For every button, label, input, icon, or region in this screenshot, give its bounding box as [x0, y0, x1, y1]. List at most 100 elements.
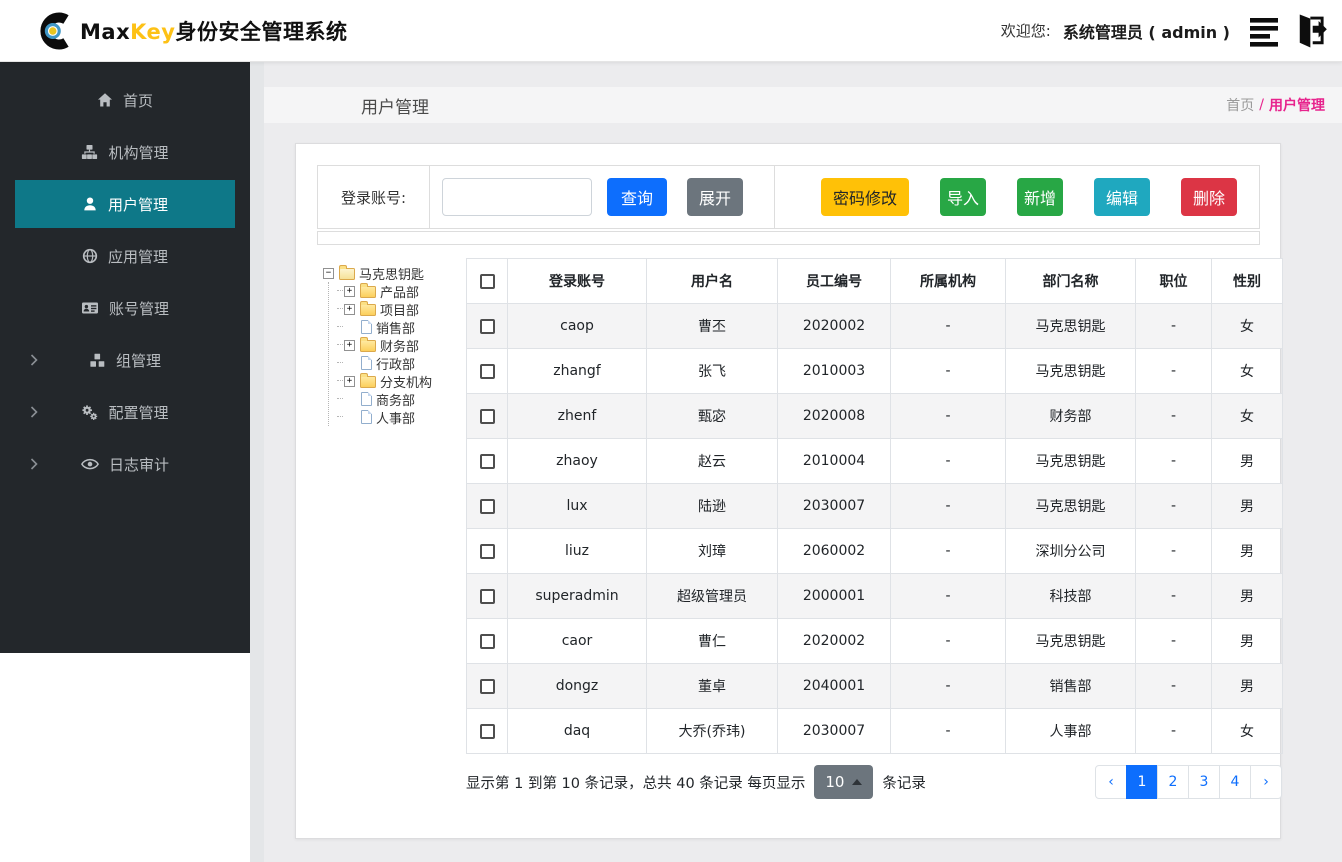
- tree-expand-icon[interactable]: +: [344, 375, 355, 387]
- row-checkbox[interactable]: [479, 633, 495, 649]
- tree-node[interactable]: + 项目部: [337, 300, 466, 319]
- tree-collapse-icon[interactable]: −: [323, 267, 334, 279]
- tree-node[interactable]: + 财务部: [337, 336, 466, 355]
- edit-button[interactable]: 编辑: [1094, 178, 1150, 216]
- page-size-value: 10: [825, 773, 845, 791]
- page-button-3[interactable]: 3: [1188, 765, 1220, 799]
- file-icon: [361, 356, 372, 370]
- brand-title: MaxKey身份安全管理系统: [80, 19, 348, 44]
- row-checkbox[interactable]: [479, 588, 495, 604]
- row-checkbox[interactable]: [479, 723, 495, 739]
- tree-node[interactable]: + 分支机构: [337, 372, 466, 391]
- table-row[interactable]: caor 曹仁 2020002- 马克思钥匙 - 男: [466, 618, 1283, 664]
- tree-expand-icon[interactable]: +: [344, 303, 355, 315]
- column-header: 所属机构: [890, 258, 1006, 304]
- page-size-dropdown[interactable]: 10: [814, 765, 874, 799]
- select-all-cell: [466, 258, 508, 304]
- tree-node[interactable]: 行政部: [337, 354, 466, 373]
- sidebar-item-label: 日志审计: [108, 455, 169, 474]
- toolbar-divider: [429, 166, 430, 228]
- user-icon: [82, 196, 98, 212]
- password-modify-button[interactable]: 密码修改: [821, 178, 909, 216]
- content-card: 登录账号: 查询 展开 密码修改 导入 新增 编辑 删除 − 马克思钥匙 + 产…: [295, 143, 1283, 839]
- toolbar-divider: [774, 166, 775, 228]
- import-button[interactable]: 导入: [940, 178, 986, 216]
- row-checkbox[interactable]: [479, 318, 495, 334]
- row-checkbox[interactable]: [479, 408, 495, 424]
- list-menu-icon[interactable]: [1248, 13, 1284, 49]
- sidebar-item-label: 配置管理: [108, 403, 169, 422]
- org-tree: − 马克思钥匙 + 产品部 + 项目部 销售部 + 财务部 行政部 + 分支机构…: [323, 264, 466, 427]
- current-user-label: 系统管理员 ( admin ): [1062, 22, 1230, 42]
- action-buttons: 密码修改 导入 新增 编辑 删除: [821, 178, 1259, 216]
- breadcrumb-current: 用户管理: [1269, 98, 1325, 114]
- sidebar-item-label: 首页: [122, 91, 153, 110]
- pagination-pages: ‹ 1 2 3 4 ›: [1095, 765, 1282, 799]
- query-button[interactable]: 查询: [607, 178, 667, 216]
- row-checkbox[interactable]: [479, 363, 495, 379]
- page-title: 用户管理: [361, 97, 429, 118]
- breadcrumb-separator: /: [1259, 97, 1264, 113]
- eye-icon: [81, 456, 99, 472]
- add-button[interactable]: 新增: [1017, 178, 1063, 216]
- table-row[interactable]: caop 曹丕 2020002- 马克思钥匙 - 女: [466, 303, 1283, 349]
- tree-expand-icon[interactable]: +: [344, 285, 355, 297]
- sidebar-item-config-mgmt[interactable]: 配置管理: [0, 386, 250, 438]
- prev-page-button[interactable]: ‹: [1095, 765, 1127, 799]
- table-row[interactable]: zhangf 张飞 2010003- 马克思钥匙 - 女: [466, 348, 1283, 394]
- table-row[interactable]: superadmin 超级管理员 2000001- 科技部 - 男: [466, 573, 1283, 619]
- tree-node[interactable]: + 产品部: [337, 282, 466, 301]
- row-checkbox[interactable]: [479, 498, 495, 514]
- page-button-1[interactable]: 1: [1126, 765, 1158, 799]
- select-all-checkbox[interactable]: [479, 273, 495, 289]
- caret-up-icon: [852, 779, 863, 785]
- sidebar-item-log-audit[interactable]: 日志审计: [0, 438, 250, 490]
- sidebar-item-org-mgmt[interactable]: 机构管理: [0, 126, 250, 178]
- tree-expand-icon[interactable]: +: [344, 339, 355, 351]
- table-row[interactable]: liuz 刘璋 2060002- 深圳分公司 - 男: [466, 528, 1283, 574]
- cubes-icon: [89, 352, 106, 369]
- pagination-bar: 显示第 1 到第 10 条记录，总共 40 条记录 每页显示 10 条记录 ‹ …: [466, 765, 1282, 799]
- folder-icon: [360, 300, 376, 316]
- column-header: 员工编号: [777, 258, 891, 304]
- pagination-info-prefix: 显示第 1 到第 10 条记录，总共 40 条记录 每页显示: [466, 775, 806, 792]
- next-page-button[interactable]: ›: [1250, 765, 1282, 799]
- sidebar-item-group-mgmt[interactable]: 组管理: [0, 334, 250, 386]
- logout-icon[interactable]: [1288, 12, 1328, 50]
- maxkey-logo-icon: [36, 11, 76, 51]
- sidebar-item-label: 组管理: [115, 351, 161, 370]
- tree-node-label: 商务部: [376, 393, 416, 409]
- sidebar-item-home[interactable]: 首页: [0, 74, 250, 126]
- tree-node-root[interactable]: − 马克思钥匙: [323, 264, 466, 283]
- table-row[interactable]: daq 大乔(乔玮) 2030007- 人事部 - 女: [466, 708, 1283, 754]
- table-row[interactable]: zhaoy 赵云 2010004- 马克思钥匙 - 男: [466, 438, 1283, 484]
- expand-button[interactable]: 展开: [687, 178, 743, 216]
- row-checkbox[interactable]: [479, 453, 495, 469]
- table-row[interactable]: dongz 董卓 2040001- 销售部 - 男: [466, 663, 1283, 709]
- tree-node[interactable]: 销售部: [337, 318, 466, 337]
- file-icon: [361, 320, 372, 334]
- row-checkbox[interactable]: [479, 543, 495, 559]
- tree-node[interactable]: 商务部: [337, 390, 466, 409]
- globe-icon: [82, 248, 98, 264]
- users-table: 登录账号 用户名 员工编号 所属机构 部门名称 职位 性别 caop 曹丕 20…: [466, 258, 1283, 754]
- welcome-label: 欢迎您:: [1000, 22, 1051, 40]
- row-checkbox[interactable]: [479, 678, 495, 694]
- sidebar-item-app-mgmt[interactable]: 应用管理: [0, 230, 250, 282]
- table-row[interactable]: lux 陆逊 2030007- 马克思钥匙 - 男: [466, 483, 1283, 529]
- tree-children: + 产品部 + 项目部 销售部 + 财务部 行政部 + 分支机构 商务部 人事部: [328, 282, 466, 427]
- sidebar-item-account-mgmt[interactable]: 账号管理: [0, 282, 250, 334]
- tree-node[interactable]: 人事部: [337, 408, 466, 427]
- sitemap-icon: [81, 144, 98, 160]
- page-button-2[interactable]: 2: [1157, 765, 1189, 799]
- table-row[interactable]: zhenf 甄宓 2020008- 财务部 - 女: [466, 393, 1283, 439]
- main-content: 用户管理 首页 / 用户管理 登录账号: 查询 展开 密码修改 导入 新增 编辑…: [264, 62, 1342, 862]
- login-account-input[interactable]: [442, 178, 592, 216]
- gears-icon: [81, 404, 98, 421]
- delete-button[interactable]: 删除: [1181, 178, 1237, 216]
- folder-icon: [360, 372, 376, 388]
- sidebar-item-user-mgmt[interactable]: 用户管理: [15, 180, 235, 228]
- collapsed-advanced-search: [317, 231, 1260, 245]
- page-button-4[interactable]: 4: [1219, 765, 1251, 799]
- breadcrumb-home-link[interactable]: 首页: [1226, 95, 1254, 115]
